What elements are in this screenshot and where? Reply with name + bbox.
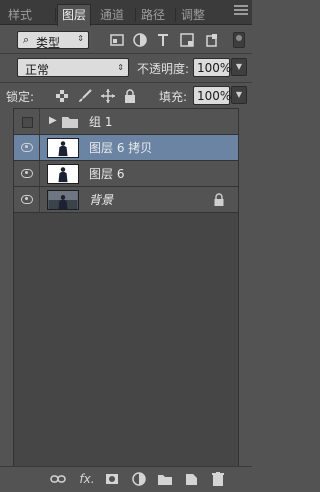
chevron-updown-icon: ⇕ — [117, 63, 124, 72]
shape-filter-icon[interactable] — [179, 32, 195, 48]
layers-bottom-toolbar: fx. — [0, 466, 252, 492]
chevron-updown-icon: ⇕ — [77, 34, 84, 43]
fill-input[interactable]: 100% — [193, 86, 232, 105]
tab-channels[interactable]: 通道 — [96, 5, 128, 25]
layer-name: 组 1 — [89, 115, 113, 129]
opacity-label: 不透明度: — [137, 62, 190, 76]
expand-triangle-icon[interactable]: ▶ — [49, 115, 57, 126]
visibility-cell — [14, 187, 40, 212]
person-silhouette-icon — [58, 167, 68, 183]
eye-icon[interactable] — [21, 194, 33, 204]
person-silhouette-icon — [58, 141, 68, 157]
tab-paths[interactable]: 路径 — [137, 5, 169, 25]
tab-separator — [135, 8, 136, 22]
layer-thumbnail — [47, 190, 79, 210]
filter-kind-label: 类型 — [36, 36, 61, 50]
photo-thumbnail-icon — [48, 191, 78, 209]
layer-name: 图层 6 拷贝 — [89, 141, 153, 155]
layer-name: 背景 — [89, 193, 114, 207]
filter-toggle[interactable] — [233, 32, 245, 48]
blend-mode-value: 正常 — [25, 63, 50, 77]
fill-label: 填充: — [159, 90, 188, 104]
tab-separator — [175, 8, 176, 22]
pixel-filter-icon[interactable] — [109, 32, 125, 48]
tab-separator — [55, 8, 56, 22]
layers-panel: ⌕ 类型 ⇕ 正常 ⇕ 不透明度: 100% ▼ 锁定: 填充: 100% ▼ … — [0, 26, 252, 492]
eye-icon[interactable] — [21, 142, 33, 152]
smart-object-filter-icon[interactable] — [204, 32, 220, 48]
layer-row-background[interactable]: 背景 — [14, 187, 238, 213]
opacity-input[interactable]: 100% — [193, 58, 232, 77]
opacity-dropdown-button[interactable]: ▼ — [231, 58, 247, 76]
lock-label: 锁定: — [6, 90, 35, 104]
blend-mode-select[interactable]: 正常 ⇕ — [17, 58, 129, 77]
type-filter-icon[interactable] — [155, 32, 171, 48]
lock-transparent-icon[interactable] — [55, 89, 69, 103]
fx-icon[interactable]: fx. — [76, 471, 98, 487]
layer-list: ▶ 组 1 图层 6 拷贝 图层 6 背景 — [13, 108, 239, 468]
lock-pixels-brush-icon[interactable] — [77, 88, 93, 104]
layer-row-selected[interactable]: 图层 6 拷贝 — [14, 135, 238, 161]
adjustment-icon[interactable] — [131, 471, 147, 487]
adjustment-filter-icon[interactable] — [132, 32, 148, 48]
search-icon: ⌕ — [23, 33, 30, 46]
visibility-cell — [14, 109, 40, 134]
tab-adjustments[interactable]: 调整 — [177, 5, 209, 25]
lock-all-icon[interactable] — [122, 88, 138, 104]
new-layer-icon[interactable] — [184, 471, 200, 487]
folder-icon[interactable] — [157, 471, 173, 487]
mask-icon[interactable] — [104, 471, 120, 487]
layer-row[interactable]: 图层 6 — [14, 161, 238, 187]
divider — [0, 53, 252, 54]
tab-styles[interactable]: 样式 — [4, 5, 36, 25]
trash-icon[interactable] — [210, 471, 226, 487]
folder-icon — [62, 117, 78, 128]
lock-position-move-icon[interactable] — [100, 88, 116, 104]
layer-row-group[interactable]: ▶ 组 1 — [14, 109, 238, 135]
opacity-value: 100% — [197, 61, 232, 75]
divider — [0, 82, 252, 83]
lock-icon — [214, 193, 224, 206]
tab-layers[interactable]: 图层 — [57, 4, 92, 26]
fill-dropdown-button[interactable]: ▼ — [231, 86, 247, 104]
filter-kind-select[interactable]: ⌕ 类型 ⇕ — [17, 31, 89, 50]
eye-icon[interactable] — [21, 168, 33, 178]
link-icon[interactable] — [50, 471, 66, 487]
panel-tab-bar: 样式 图层 通道 路径 调整 — [0, 0, 252, 26]
visibility-toggle-empty[interactable] — [22, 116, 33, 128]
visibility-cell — [14, 161, 40, 186]
layer-name: 图层 6 — [89, 167, 125, 181]
panel-menu-icon[interactable] — [234, 5, 248, 19]
visibility-cell — [14, 135, 40, 160]
layer-thumbnail — [47, 138, 79, 158]
layer-thumbnail — [47, 164, 79, 184]
fill-value: 100% — [197, 89, 232, 103]
